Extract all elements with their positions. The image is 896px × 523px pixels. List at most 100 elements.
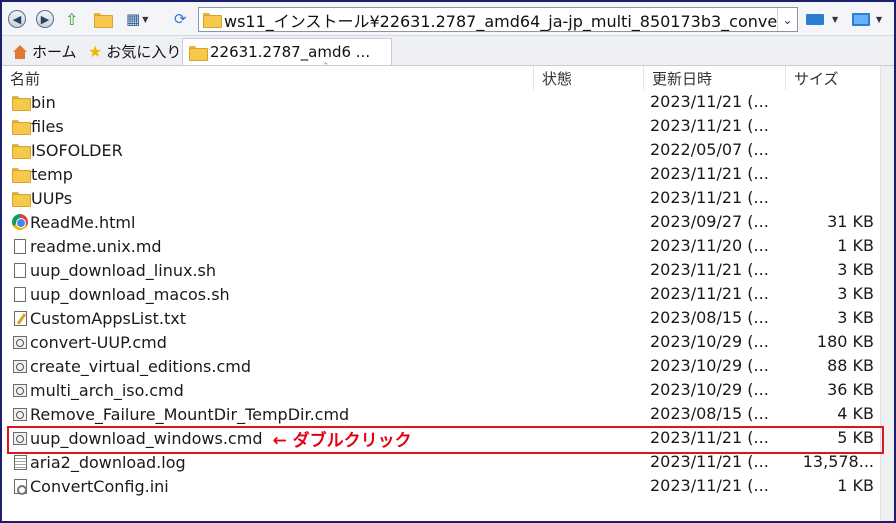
tab-label: お気に入り [106,43,182,61]
grid-view-icon: ▦ [126,10,141,28]
column-status[interactable]: 状態 [534,66,644,90]
view-mode-button[interactable]: ▦ ▼ [126,9,148,29]
address-dropdown-button[interactable]: ⌄ [777,8,797,31]
cmd-icon [13,335,27,349]
file-name-cell[interactable]: aria2_download.log [12,450,186,474]
file-row[interactable]: create_virtual_editions.cmd 2023/10/29 (.… [2,354,880,378]
file-modified-date: 2023/10/29 (... [650,332,769,351]
folder-icon [12,167,31,183]
file-row[interactable]: readme.unix.md 2023/11/20 (... 1 KB [2,234,880,258]
file-name: ConvertConfig.ini [30,476,169,496]
file-row[interactable]: Remove_Failure_MountDir_TempDir.cmd 2023/… [2,402,880,426]
file-name-cell[interactable]: files [12,114,64,138]
file-row[interactable]: multi_arch_iso.cmd 2023/10/29 (... 36 KB [2,378,880,402]
file-name: CustomAppsList.txt [30,308,186,328]
display-button[interactable]: ▼ [852,9,882,29]
file-name-cell[interactable]: uup_download_linux.sh [12,258,216,282]
sort-indicator-icon: ⌃ [322,62,330,72]
file-size: 13,578... [802,452,874,471]
tab-favorites[interactable]: ★ お気に入り [82,38,187,65]
back-button[interactable]: ◀ [8,9,26,29]
column-name-label: 名前 [10,69,41,88]
text-file-icon [14,310,27,326]
file-name-cell[interactable]: ConvertConfig.ini [12,474,169,498]
file-size: 3 KB [837,284,874,303]
folder-icon [12,119,31,135]
file-modified-date: 2023/11/20 (... [650,236,769,255]
file-name-cell[interactable]: readme.unix.md [12,234,162,258]
column-name[interactable]: 名前 ⌃ [2,62,534,90]
file-name-cell[interactable]: uup_download_macos.sh [12,282,230,306]
cmd-icon [13,431,27,445]
address-path[interactable]: ws11_インストール¥22631.2787_amd64_ja-jp_multi… [224,8,777,31]
file-row[interactable]: uup_download_linux.sh 2023/11/21 (... 3 KB [2,258,880,282]
up-folder-button[interactable]: ⇧ [65,9,78,29]
file-name-cell[interactable]: UUPs [12,186,72,210]
file-name: files [31,116,64,136]
file-name-cell[interactable]: convert-UUP.cmd [12,330,167,354]
file-name-cell[interactable]: Remove_Failure_MountDir_TempDir.cmd [12,402,349,426]
file-name-cell[interactable]: uup_download_windows.cmd ← ダブルクリック [12,426,412,451]
ini-icon [14,478,27,495]
file-row[interactable]: CustomAppsList.txt 2023/08/15 (... 3 KB [2,306,880,330]
folder-tree-button[interactable] [94,9,113,29]
file-name-cell[interactable]: ISOFOLDER [12,138,123,162]
file-name-cell[interactable]: CustomAppsList.txt [12,306,186,330]
file-explorer-window: ◀ ▶ ⇧ ▦ ▼ ⟳ ws11_インストール¥22631.2787_amd64… [2,2,894,521]
column-modified-label: 更新日時 [652,69,713,88]
file-modified-date: 2023/08/15 (... [650,404,769,423]
file-name: convert-UUP.cmd [30,332,167,352]
tab-current-folder[interactable]: 22631.2787_amd6 ... [182,38,392,65]
file-row[interactable]: uup_download_macos.sh 2023/11/21 (... 3 KB [2,282,880,306]
chevron-down-icon: ▼ [832,14,839,24]
file-modified-date: 2023/10/29 (... [650,380,769,399]
file-name-cell[interactable]: create_virtual_editions.cmd [12,354,251,378]
file-modified-date: 2023/11/21 (... [650,188,769,207]
file-row[interactable]: ConvertConfig.ini 2023/11/21 (... 1 KB [2,474,880,498]
column-size[interactable]: サイズ [786,66,880,90]
file-row[interactable]: aria2_download.log 2023/11/21 (... 13,578.… [2,450,880,474]
file-row[interactable]: convert-UUP.cmd 2023/10/29 (... 180 KB [2,330,880,354]
file-icon [14,286,26,302]
file-row[interactable]: bin 2023/11/21 (... [2,90,880,114]
vertical-scrollbar[interactable] [880,66,894,521]
column-size-label: サイズ [794,69,839,88]
toolbar: ◀ ▶ ⇧ ▦ ▼ ⟳ ws11_インストール¥22631.2787_amd64… [2,2,894,36]
file-name: UUPs [31,188,73,208]
refresh-button[interactable]: ⟳ [174,9,187,29]
file-name-cell[interactable]: temp [12,162,73,186]
cmd-icon [13,383,27,397]
file-name-cell[interactable]: bin [12,90,56,114]
pane-icon [806,13,824,25]
file-modified-date: 2023/11/21 (... [650,164,769,183]
file-name-cell[interactable]: ReadMe.html [12,210,135,234]
file-name: ISOFOLDER [31,140,123,160]
file-size: 5 KB [837,428,874,447]
file-row[interactable]: ReadMe.html 2023/09/27 (... 31 KB [2,210,880,234]
file-name: multi_arch_iso.cmd [30,380,184,400]
forward-button[interactable]: ▶ [36,9,54,29]
file-list: bin 2023/11/21 (... files 2023/11/21 (... IS… [2,90,880,498]
tab-home[interactable]: ホーム [6,38,83,65]
file-size: 1 KB [837,476,874,495]
pane-layout-button[interactable]: ▼ [806,9,838,29]
file-modified-date: 2023/11/21 (... [650,92,769,111]
file-row[interactable]: ISOFOLDER 2022/05/07 (... [2,138,880,162]
file-name-cell[interactable]: multi_arch_iso.cmd [12,378,184,402]
column-modified[interactable]: 更新日時 [644,66,786,90]
file-modified-date: 2023/11/21 (... [650,452,769,471]
file-name: uup_download_macos.sh [30,284,230,304]
file-name: readme.unix.md [30,236,162,256]
file-size: 31 KB [827,212,874,231]
file-row[interactable]: files 2023/11/21 (... [2,114,880,138]
file-size: 1 KB [837,236,874,255]
file-row[interactable]: UUPs 2023/11/21 (... [2,186,880,210]
file-modified-date: 2023/09/27 (... [650,212,769,231]
file-modified-date: 2023/08/15 (... [650,308,769,327]
file-row[interactable]: temp 2023/11/21 (... [2,162,880,186]
file-name: Remove_Failure_MountDir_TempDir.cmd [30,404,350,424]
file-name: uup_download_linux.sh [30,260,217,280]
file-row[interactable]: uup_download_windows.cmd ← ダブルクリック 2023/11… [2,426,880,451]
column-status-label: 状態 [542,69,573,88]
address-bar[interactable]: ws11_インストール¥22631.2787_amd64_ja-jp_multi… [198,7,798,32]
